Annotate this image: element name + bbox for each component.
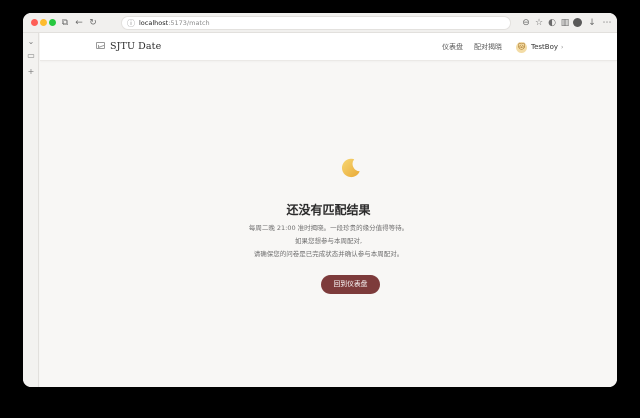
chevron-down-icon[interactable]: ⌄ [26,37,36,47]
download-icon[interactable]: ↓ [586,16,598,30]
reader-icon[interactable]: ⊖ [520,16,532,30]
bookmark-star-icon[interactable]: ☆ [533,16,545,30]
web-page: SJTU Date 仪表盘 配对揭晓 🐱 TestBoy › 还没有匹配结果 每… [40,33,617,387]
empty-state: 还没有匹配结果 每周二晚 21:00 准时揭晓。一段珍贵的缘分值得等待。 如果您… [40,33,617,387]
empty-state-title: 还没有匹配结果 [286,203,371,217]
back-arrow-icon[interactable]: ← [73,16,85,30]
more-menu-icon[interactable]: ⋯ [601,16,613,30]
split-view-icon[interactable]: ▥ [559,16,571,30]
close-window-button[interactable] [31,19,38,26]
crescent-moon-icon [341,158,360,178]
empty-state-line-1: 每周二晚 21:00 准时揭晓。一段珍贵的缘分值得等待。 [248,224,409,232]
browser-side-strip: ⌄ ▭ + [23,33,39,387]
empty-state-line-3: 请确保您的问卷是已完成状态并确认参与本周配对。 [253,250,404,258]
tab-favicon-icon[interactable]: ▭ [26,51,36,61]
reload-icon[interactable]: ↻ [87,16,99,30]
address-bar[interactable]: ⓘ localhost:5173/match [121,16,511,30]
address-text[interactable]: localhost:5173/match [139,17,210,30]
browser-toolbar: ⧉ ← ↻ ⓘ localhost:5173/match ⊖ ☆ ◐ ▥ ↓ ⋯ [23,13,617,33]
empty-state-line-2: 如果您想参与本周配对, [294,237,363,245]
site-info-icon[interactable]: ⓘ [127,18,135,30]
back-to-dashboard-button[interactable]: 回到仪表盘 [321,275,380,294]
browser-window: ⧉ ← ↻ ⓘ localhost:5173/match ⊖ ☆ ◐ ▥ ↓ ⋯… [23,13,617,387]
extension-icon[interactable]: ◐ [546,16,558,30]
profile-avatar[interactable] [573,18,582,27]
minimize-window-button[interactable] [40,19,47,26]
sidebar-toggle-icon[interactable]: ⧉ [59,16,71,30]
maximize-window-button[interactable] [49,19,56,26]
new-tab-plus-icon[interactable]: + [26,67,36,77]
